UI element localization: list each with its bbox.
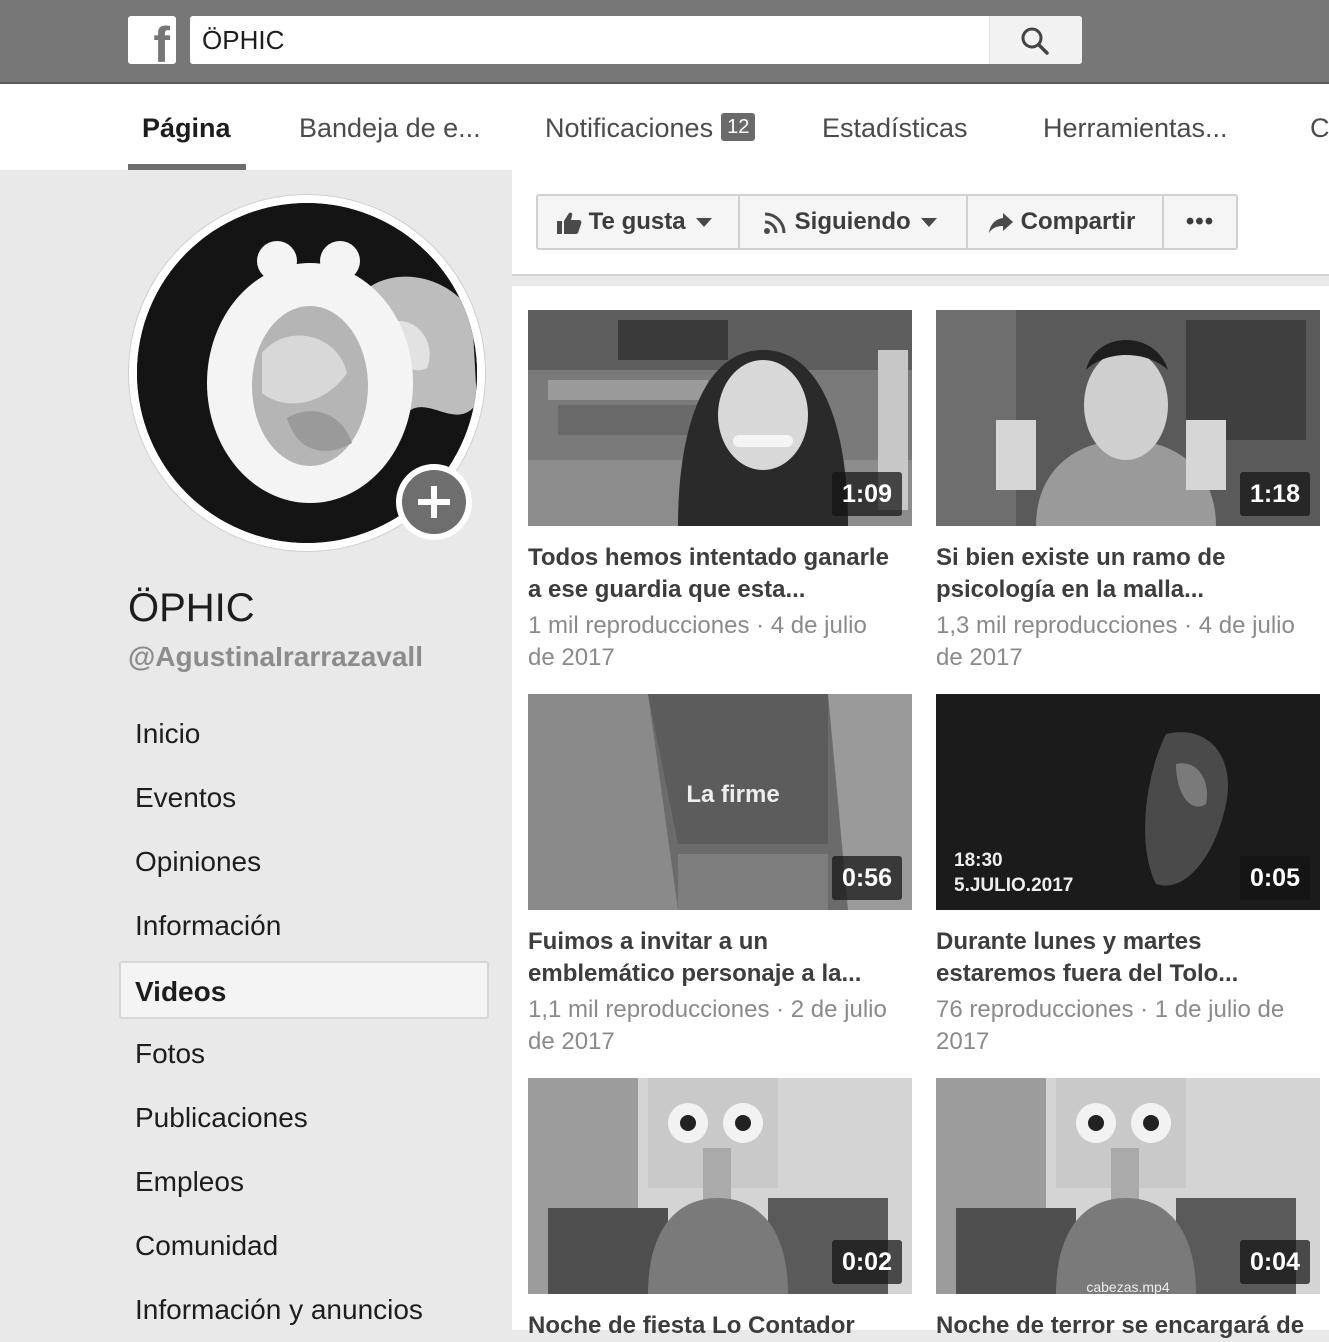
video-title[interactable]: Noche de terror se encargará de — [936, 1310, 1316, 1342]
following-button[interactable]: Siguiendo — [740, 196, 968, 248]
plus-icon — [418, 486, 450, 518]
video-duration: 1:18 — [1239, 472, 1310, 516]
chevron-down-icon — [920, 218, 937, 228]
video-thumbnail[interactable]: 1:09 — [528, 310, 912, 526]
video-meta-line: de 2017 — [528, 1028, 615, 1055]
share-arrow-icon — [989, 212, 1013, 233]
tab-label: Notificaciones — [545, 113, 714, 143]
sidebar-item-home[interactable]: Inicio — [119, 705, 489, 763]
video-thumbnail[interactable]: La firme 0:56 — [528, 694, 912, 910]
tab-notifications[interactable]: Notificaciones 12 — [545, 84, 756, 170]
video-meta-line: 2017 — [936, 1028, 990, 1055]
add-photo-button[interactable] — [396, 464, 472, 540]
video-meta: 1 mil reproducciones · 4 de julio de 2017 — [528, 610, 918, 674]
video-thumbnail[interactable]: 18:30 5.JULIO.2017 0:05 — [936, 694, 1320, 910]
video-title-line: Todos hemos intentado ganarle — [528, 544, 889, 571]
video-title-line: Noche de fiesta Lo Contador — [528, 1312, 855, 1339]
tab-insights[interactable]: Estadísticas — [822, 84, 968, 170]
logo-letter: f — [153, 17, 170, 73]
thumbs-up-icon — [557, 212, 582, 234]
video-title-line: emblemático personaje a la... — [528, 960, 862, 987]
share-button[interactable]: Compartir — [968, 196, 1164, 248]
video-meta: 1,3 mil reproducciones · 4 de julio de 20… — [936, 610, 1326, 674]
tab-tools[interactable]: Herramientas... — [1043, 84, 1228, 170]
video-meta-line: 76 reproducciones · 1 de julio de — [936, 996, 1285, 1023]
video-duration: 0:05 — [1239, 856, 1310, 900]
active-tab-indicator — [128, 164, 246, 170]
page-title: ÖPHIC — [128, 586, 255, 630]
rss-follow-icon — [764, 212, 786, 234]
page-username[interactable]: @AgustinaIrarrazavall — [128, 641, 423, 673]
sidebar-item-reviews[interactable]: Opiniones — [119, 833, 489, 891]
sidebar-item-about[interactable]: Información — [119, 897, 489, 955]
video-title[interactable]: Noche de fiesta Lo Contador — [528, 1310, 908, 1342]
video-meta-line: 1,3 mil reproducciones · 4 de julio — [936, 612, 1295, 639]
video-meta-line: 1 mil reproducciones · 4 de julio — [528, 612, 867, 639]
tab-label: Bandeja de e... — [299, 113, 481, 143]
video-title-line: estaremos fuera del Tolo... — [936, 960, 1239, 987]
tab-label: C — [1310, 113, 1329, 143]
video-title[interactable]: Fuimos a invitar a un emblemático persona… — [528, 926, 908, 990]
video-title-line: a ese guardia que esta... — [528, 576, 806, 603]
tab-inbox[interactable]: Bandeja de e... — [299, 84, 481, 170]
video-thumbnail[interactable]: 1:18 — [936, 310, 1320, 526]
video-duration: 0:02 — [831, 1240, 902, 1284]
video-title-line: Noche de terror se encargará de — [936, 1312, 1305, 1339]
page-action-buttons: Te gusta Siguiendo Compartir ••• — [536, 194, 1238, 250]
tab-label: Página — [142, 113, 231, 143]
search-box — [190, 16, 1082, 64]
video-title-line: Fuimos a invitar a un — [528, 928, 769, 955]
sidebar-item-videos[interactable]: Videos — [119, 961, 489, 1019]
search-input[interactable] — [190, 16, 988, 64]
search-icon — [1021, 27, 1049, 55]
video-duration: 0:56 — [831, 856, 902, 900]
sidebar-item-photos[interactable]: Fotos — [119, 1025, 489, 1083]
notification-count-badge: 12 — [721, 113, 756, 141]
following-label: Siguiendo — [794, 208, 911, 235]
more-options-button[interactable]: ••• — [1164, 196, 1236, 248]
video-overlay-date: 5.JULIO.2017 — [954, 875, 1073, 896]
video-title-line: Si bien existe un ramo de — [936, 544, 1226, 571]
more-options-icon: ••• — [1185, 208, 1215, 235]
tab-label: Estadísticas — [822, 113, 968, 143]
video-duration: 0:04 — [1239, 1240, 1310, 1284]
video-meta-line: 1,1 mil reproducciones · 2 de julio — [528, 996, 887, 1023]
video-overlay-filename: cabezas.mp4 — [1086, 1279, 1169, 1294]
video-meta-line: de 2017 — [936, 644, 1023, 671]
sidebar-item-info-and-ads[interactable]: Información y anuncios — [119, 1281, 489, 1339]
video-meta: 76 reproducciones · 1 de julio de 2017 — [936, 994, 1326, 1058]
video-meta-line: de 2017 — [528, 644, 615, 671]
video-title-line: Durante lunes y martes — [936, 928, 1202, 955]
like-label: Te gusta — [588, 208, 686, 235]
video-thumbnail[interactable]: cabezas.mp4 0:04 — [936, 1078, 1320, 1294]
tab-page[interactable]: Página — [142, 84, 231, 170]
video-overlay-text: La firme — [686, 781, 779, 808]
video-duration: 1:09 — [831, 472, 902, 516]
sidebar-item-jobs[interactable]: Empleos — [119, 1153, 489, 1211]
video-overlay-time: 18:30 — [954, 850, 1003, 871]
like-button[interactable]: Te gusta — [538, 196, 740, 248]
search-button[interactable] — [989, 16, 1082, 64]
facebook-logo-icon[interactable]: f — [128, 16, 176, 70]
sidebar-item-posts[interactable]: Publicaciones — [119, 1089, 489, 1147]
page-tab-bar: Página Bandeja de e... Notificaciones 12 … — [0, 84, 1329, 170]
share-label: Compartir — [1020, 208, 1136, 235]
video-title[interactable]: Durante lunes y martes estaremos fuera de… — [936, 926, 1316, 990]
video-title-line: psicología en la malla... — [936, 576, 1205, 603]
chevron-down-icon — [695, 218, 712, 228]
video-meta: 1,1 mil reproducciones · 2 de julio de 20… — [528, 994, 918, 1058]
sidebar-item-community[interactable]: Comunidad — [119, 1217, 489, 1275]
tab-label: Herramientas... — [1043, 113, 1228, 143]
tab-more[interactable]: C — [1310, 84, 1329, 170]
sidebar-item-events[interactable]: Eventos — [119, 769, 489, 827]
video-title[interactable]: Si bien existe un ramo de psicología en l… — [936, 542, 1316, 606]
video-thumbnail[interactable]: 0:02 — [528, 1078, 912, 1294]
video-title[interactable]: Todos hemos intentado ganarle a ese guard… — [528, 542, 908, 606]
